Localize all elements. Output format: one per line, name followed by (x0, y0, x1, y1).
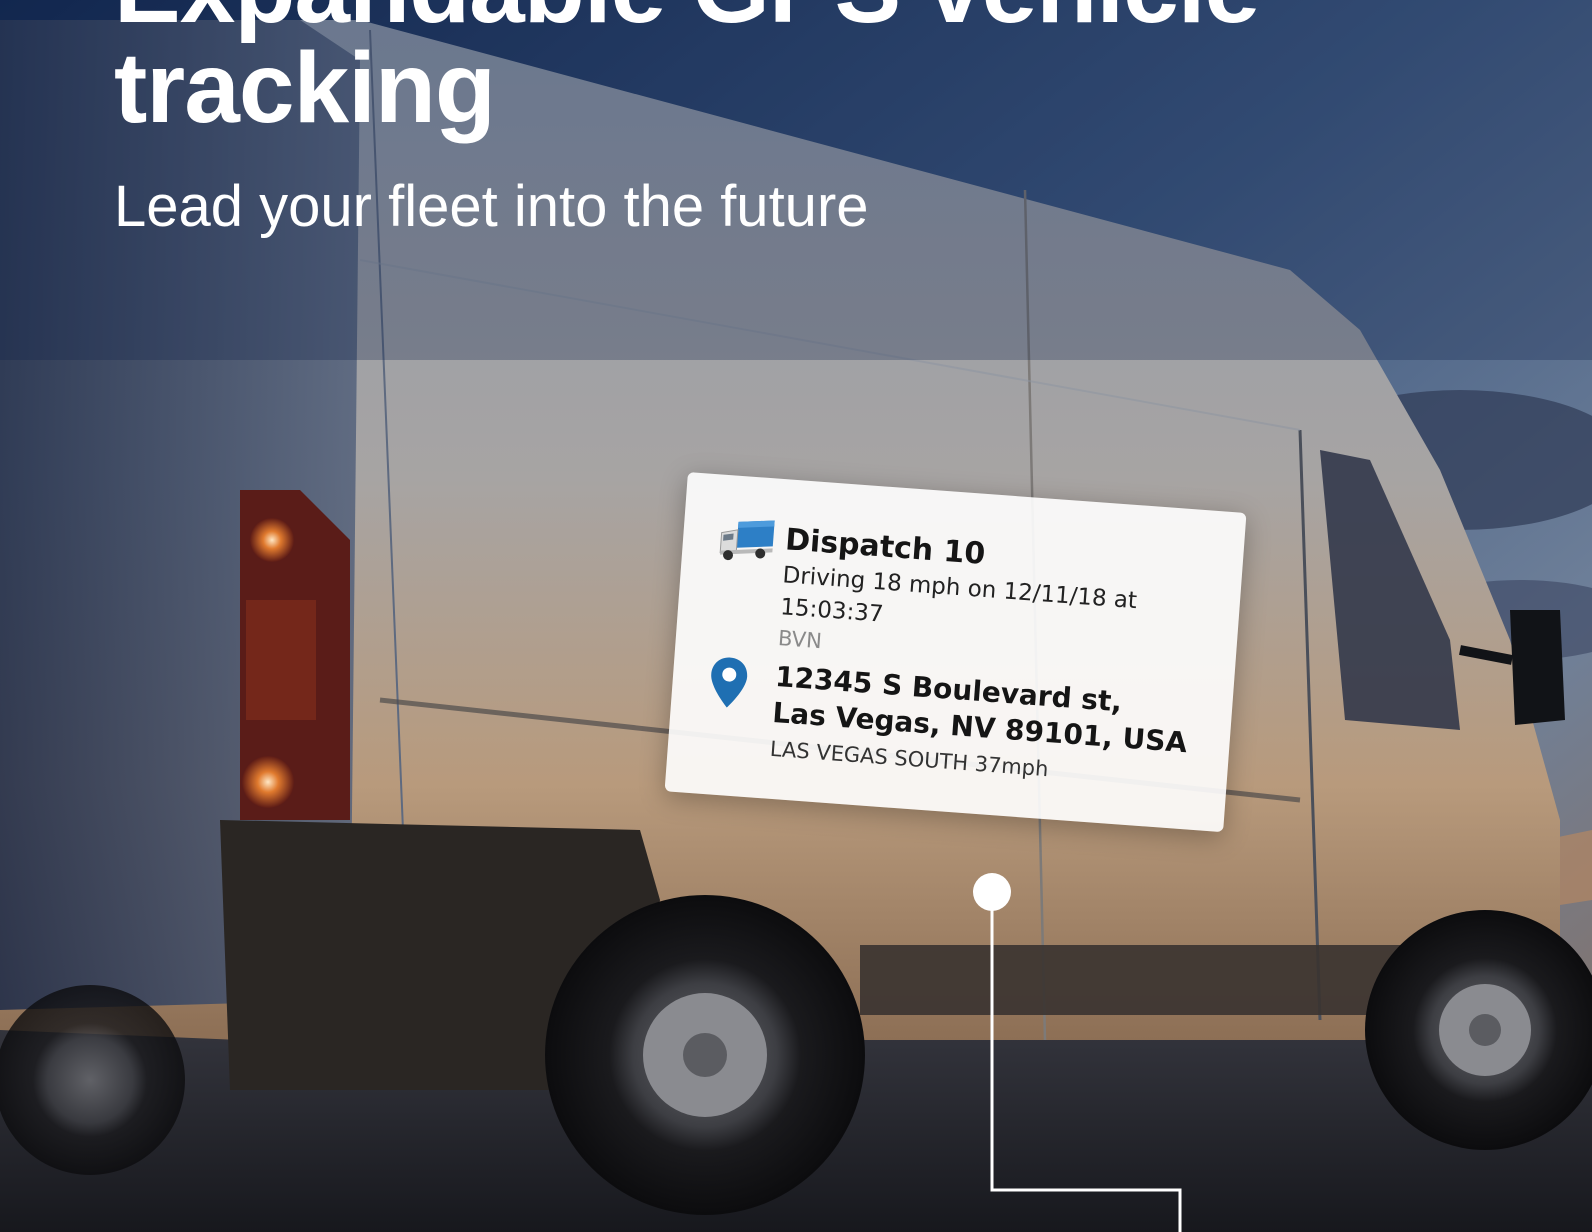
map-pin-icon (707, 654, 777, 713)
hero-banner: Expandable GPS vehicle tracking Lead you… (0, 0, 1592, 1232)
hero-title-line-2: tracking (114, 32, 496, 144)
hero-title: Expandable GPS vehicle tracking (114, 0, 1514, 138)
hero-subtitle: Lead your fleet into the future (114, 174, 869, 239)
truck-icon (718, 517, 787, 566)
vehicle-info-card: Dispatch 10 Driving 18 mph on 12/11/18 a… (664, 472, 1247, 833)
